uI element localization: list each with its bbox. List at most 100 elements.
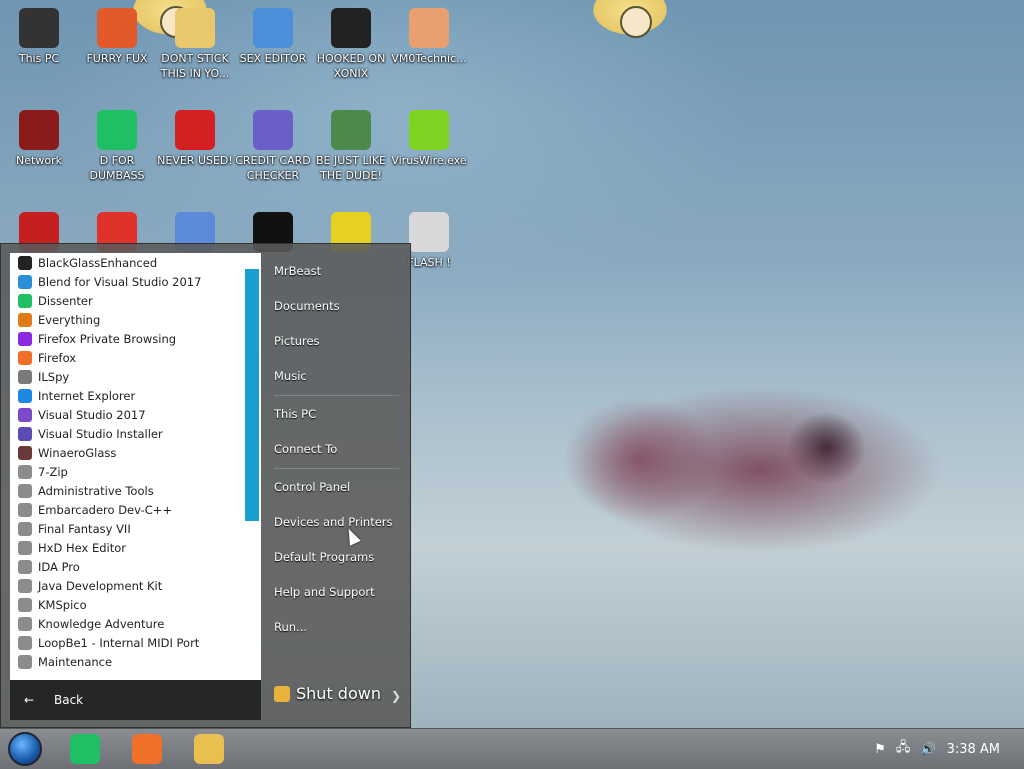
program-list-item[interactable]: 7-Zip <box>10 462 261 481</box>
desktop-icon[interactable]: NEVER USED! <box>157 110 233 168</box>
desktop-icon-label: FURRY FUX <box>86 52 148 65</box>
desktop-icon-label: CREDIT CARD CHECKER <box>235 154 311 182</box>
program-list-scrollbar[interactable] <box>245 269 259 521</box>
desktop-icon[interactable]: BE JUST LIKE THE DUDE! <box>313 110 389 183</box>
start-right-item[interactable]: Run... <box>274 620 307 634</box>
desktop-icon[interactable]: HOOKED ON XONIX <box>313 8 389 81</box>
program-label: WinaeroGlass <box>38 445 117 460</box>
network-icon <box>19 110 59 150</box>
clock[interactable]: 3:38 AM <box>947 742 1000 757</box>
start-right-item[interactable]: Default Programs <box>274 550 374 564</box>
shutdown-options-arrow-icon[interactable]: ❯ <box>391 689 401 703</box>
desktop-icon[interactable]: This PC <box>1 8 77 66</box>
back-button[interactable]: ← Back <box>10 680 261 720</box>
program-list-item[interactable]: ILSpy <box>10 367 261 386</box>
program-list-item[interactable]: Blend for Visual Studio 2017 <box>10 272 261 291</box>
desktop-icon[interactable]: D FOR DUMBASS <box>79 110 155 183</box>
program-icon <box>18 369 32 384</box>
start-right-item[interactable]: Devices and Printers <box>274 515 393 529</box>
desktop-icon[interactable]: VirusWire.exe <box>391 110 467 168</box>
taskbar: ⚑ 🖧 🔊 3:38 AM <box>0 728 1024 769</box>
taskbar-dissenter-icon[interactable] <box>70 734 100 764</box>
program-list-item[interactable]: IDA Pro <box>10 557 261 576</box>
program-list-item[interactable]: LoopBe1 - Internal MIDI Port <box>10 633 261 652</box>
program-list-item[interactable]: Firefox <box>10 348 261 367</box>
program-list-item[interactable]: Final Fantasy VII <box>10 519 261 538</box>
desktop-icon-label: NEVER USED! <box>157 154 233 167</box>
shutdown-label: Shut down <box>296 684 381 703</box>
program-list-item[interactable]: Maintenance <box>10 652 261 671</box>
cartoon-wallpaper-right <box>570 0 690 52</box>
program-list-item[interactable]: Knowledge Adventure <box>10 614 261 633</box>
desktop-icon-label: BE JUST LIKE THE DUDE! <box>315 154 387 182</box>
program-label: Firefox <box>38 350 77 365</box>
action-center-flag-icon[interactable]: ⚑ <box>874 742 886 757</box>
cartoon-icon <box>175 8 215 48</box>
program-list-item[interactable]: Java Development Kit <box>10 576 261 595</box>
start-orb-button[interactable] <box>8 732 42 766</box>
program-icon <box>18 502 32 517</box>
program-icon <box>18 445 32 460</box>
program-list-item[interactable]: Internet Explorer <box>10 386 261 405</box>
program-icon <box>18 255 32 270</box>
program-list-item[interactable]: Visual Studio 2017 <box>10 405 261 424</box>
program-icon <box>18 350 32 365</box>
desktop-icon-label: D FOR DUMBASS <box>89 154 145 182</box>
program-list-item[interactable]: WinaeroGlass <box>10 443 261 462</box>
program-label: Maintenance <box>38 654 113 669</box>
start-right-item[interactable]: Pictures <box>274 334 320 348</box>
taskbar-file-explorer-icon[interactable] <box>194 734 224 764</box>
start-right-item[interactable]: MrBeast <box>274 264 321 278</box>
desktop-icon[interactable]: DONT STICK THIS IN YO... <box>157 8 233 81</box>
desktop-icon[interactable]: SEX EDITOR <box>235 8 311 66</box>
program-icon <box>18 426 32 441</box>
desktop-icon-label: HOOKED ON XONIX <box>316 52 386 80</box>
dissenter-icon <box>97 110 137 150</box>
desktop-icon[interactable]: Network <box>1 110 77 168</box>
start-right-item[interactable]: Music <box>274 369 307 383</box>
desktop-icon[interactable]: CREDIT CARD CHECKER <box>235 110 311 183</box>
program-icon <box>18 407 32 422</box>
start-right-item[interactable]: Documents <box>274 299 340 313</box>
desktop-icon[interactable]: VM0Technic... <box>391 8 467 66</box>
devcpp-icon <box>175 110 215 150</box>
doctor-icon <box>409 8 449 48</box>
program-icon <box>18 616 32 631</box>
program-label: ILSpy <box>38 369 70 384</box>
program-list-item[interactable]: Firefox Private Browsing <box>10 329 261 348</box>
hxd-icon <box>253 8 293 48</box>
program-list-item[interactable]: HxD Hex Editor <box>10 538 261 557</box>
start-right-item[interactable]: Connect To <box>274 442 337 456</box>
program-list-item[interactable]: Embarcadero Dev-C++ <box>10 500 261 519</box>
program-list-item[interactable]: BlackGlassEnhanced <box>10 253 261 272</box>
program-icon <box>18 388 32 403</box>
program-label: LoopBe1 - Internal MIDI Port <box>38 635 200 650</box>
program-label: Everything <box>38 312 101 327</box>
program-icon <box>18 274 32 289</box>
program-list[interactable]: BlackGlassEnhanced Blend for Visual Studi… <box>10 253 261 680</box>
program-list-item[interactable]: Dissenter <box>10 291 261 310</box>
volume-icon[interactable]: 🔊 <box>920 742 936 757</box>
taskbar-firefox-icon[interactable] <box>132 734 162 764</box>
program-label: Embarcadero Dev-C++ <box>38 502 173 517</box>
program-label: KMSpico <box>38 597 87 612</box>
desktop-icon-label: VM0Technic... <box>391 52 467 65</box>
network-icon[interactable]: 🖧 <box>896 738 911 760</box>
program-list-item[interactable]: Administrative Tools <box>10 481 261 500</box>
program-list-item[interactable]: Visual Studio Installer <box>10 424 261 443</box>
program-icon <box>18 540 32 555</box>
shut-down-button[interactable]: Shut down <box>274 684 381 703</box>
program-list-item[interactable]: KMSpico <box>10 595 261 614</box>
start-right-item[interactable]: Help and Support <box>274 585 375 599</box>
program-list-item[interactable]: Everything <box>10 310 261 329</box>
program-label: Administrative Tools <box>38 483 154 498</box>
program-label: Blend for Visual Studio 2017 <box>38 274 202 289</box>
program-label: Knowledge Adventure <box>38 616 165 631</box>
lime-icon <box>409 110 449 150</box>
desktop-icon[interactable]: FURRY FUX <box>79 8 155 66</box>
start-right-item[interactable]: Control Panel <box>274 480 350 494</box>
back-label: Back <box>54 693 84 707</box>
card-icon <box>253 110 293 150</box>
start-right-item[interactable]: This PC <box>274 407 316 421</box>
program-icon <box>18 331 32 346</box>
